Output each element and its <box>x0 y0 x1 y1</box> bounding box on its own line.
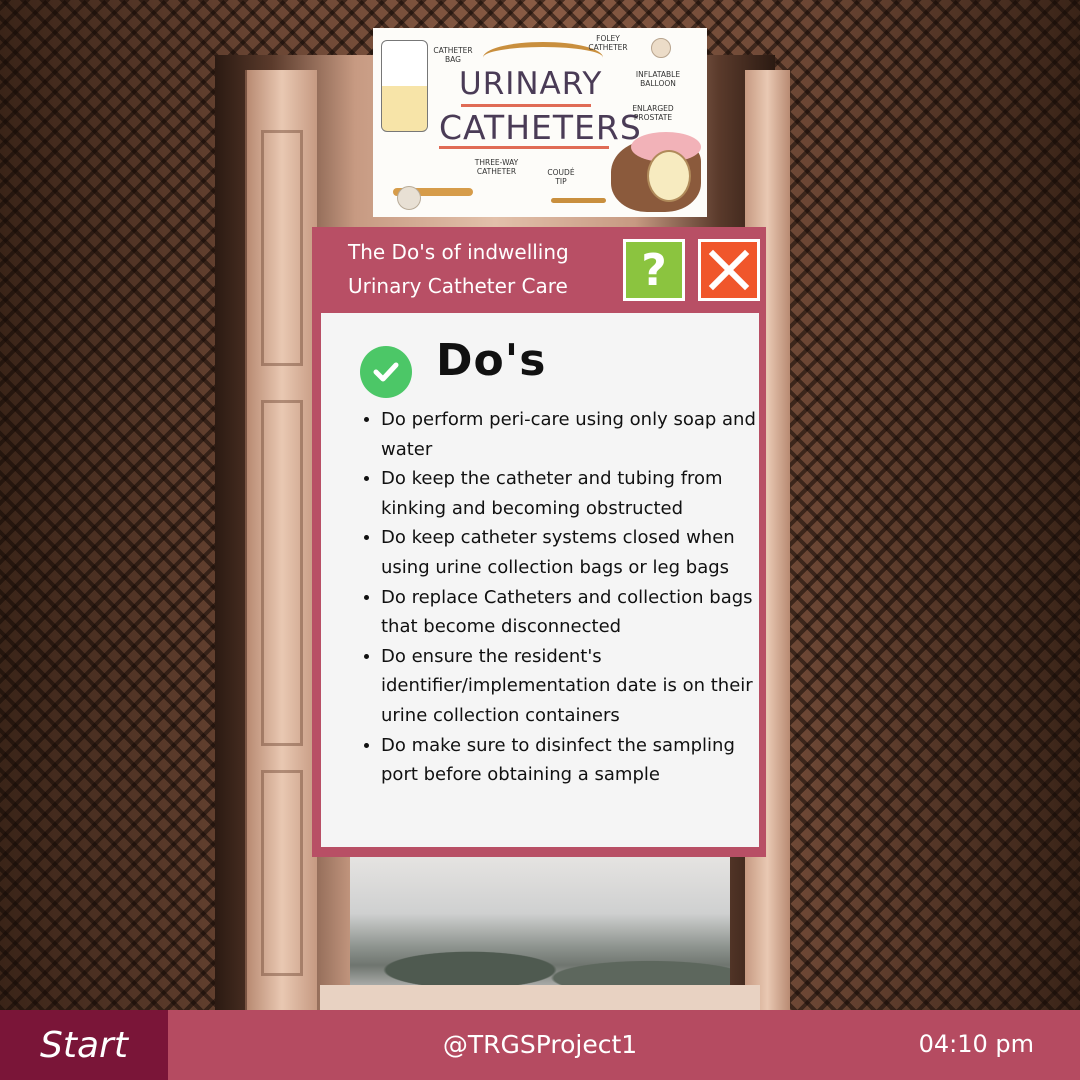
illustration-title-2: CATHETERS <box>439 108 642 147</box>
window-title: The Do's of indwelling Urinary Catheter … <box>348 235 608 303</box>
dos-heading: Do's <box>436 335 547 386</box>
question-mark-icon: ? <box>641 244 667 296</box>
balloon-drawing-2 <box>397 186 421 210</box>
close-button[interactable] <box>698 239 760 301</box>
balloon-drawing <box>651 38 671 58</box>
list-item: Do keep catheter systems closed when usi… <box>381 523 761 582</box>
label-enlarged-prostate: ENLARGED PROSTATE <box>632 104 674 122</box>
left-shutter <box>245 70 317 1010</box>
window-title-line-1: The Do's of indwelling <box>348 240 569 264</box>
care-dialog-window: The Do's of indwelling Urinary Catheter … <box>312 227 766 857</box>
catheter-illustration: URINARY CATHETERS CATHETER BAG FOLEY CAT… <box>373 28 707 217</box>
window-sill <box>320 985 760 1010</box>
label-catheter-bag: CATHETER BAG <box>433 46 473 64</box>
label-inflatable-balloon: INFLATABLE BALLOON <box>635 70 681 88</box>
label-foley-catheter: FOLEY CATHETER <box>588 34 628 52</box>
list-item: Do replace Catheters and collection bags… <box>381 583 761 642</box>
taskbar: Start @TRGSProject1 04:10 pm <box>0 1010 1080 1080</box>
list-item: Do ensure the resident's identifier/impl… <box>381 642 761 731</box>
window-hills <box>350 930 730 985</box>
list-item: Do perform peri-care using only soap and… <box>381 405 761 464</box>
close-icon <box>708 249 750 291</box>
label-three-way-catheter: THREE-WAY CATHETER <box>474 158 519 176</box>
clock: 04:10 pm <box>918 1030 1034 1058</box>
dialog-content: Do's Do perform peri-care using only soa… <box>321 313 759 847</box>
label-coude-tip: COUDÉ TIP <box>547 168 575 186</box>
list-item: Do keep the catheter and tubing from kin… <box>381 464 761 523</box>
prostate-drawing <box>611 132 701 212</box>
help-button[interactable]: ? <box>623 239 685 301</box>
catheter-bag-drawing <box>381 40 428 132</box>
dos-list: Do perform peri-care using only soap and… <box>359 405 761 790</box>
window-title-line-2: Urinary Catheter Care <box>348 274 568 298</box>
coude-tube-drawing <box>551 198 606 203</box>
illustration-title-1: URINARY <box>459 66 603 102</box>
list-item: Do make sure to disinfect the sampling p… <box>381 731 761 790</box>
checkmark-icon <box>360 346 412 398</box>
